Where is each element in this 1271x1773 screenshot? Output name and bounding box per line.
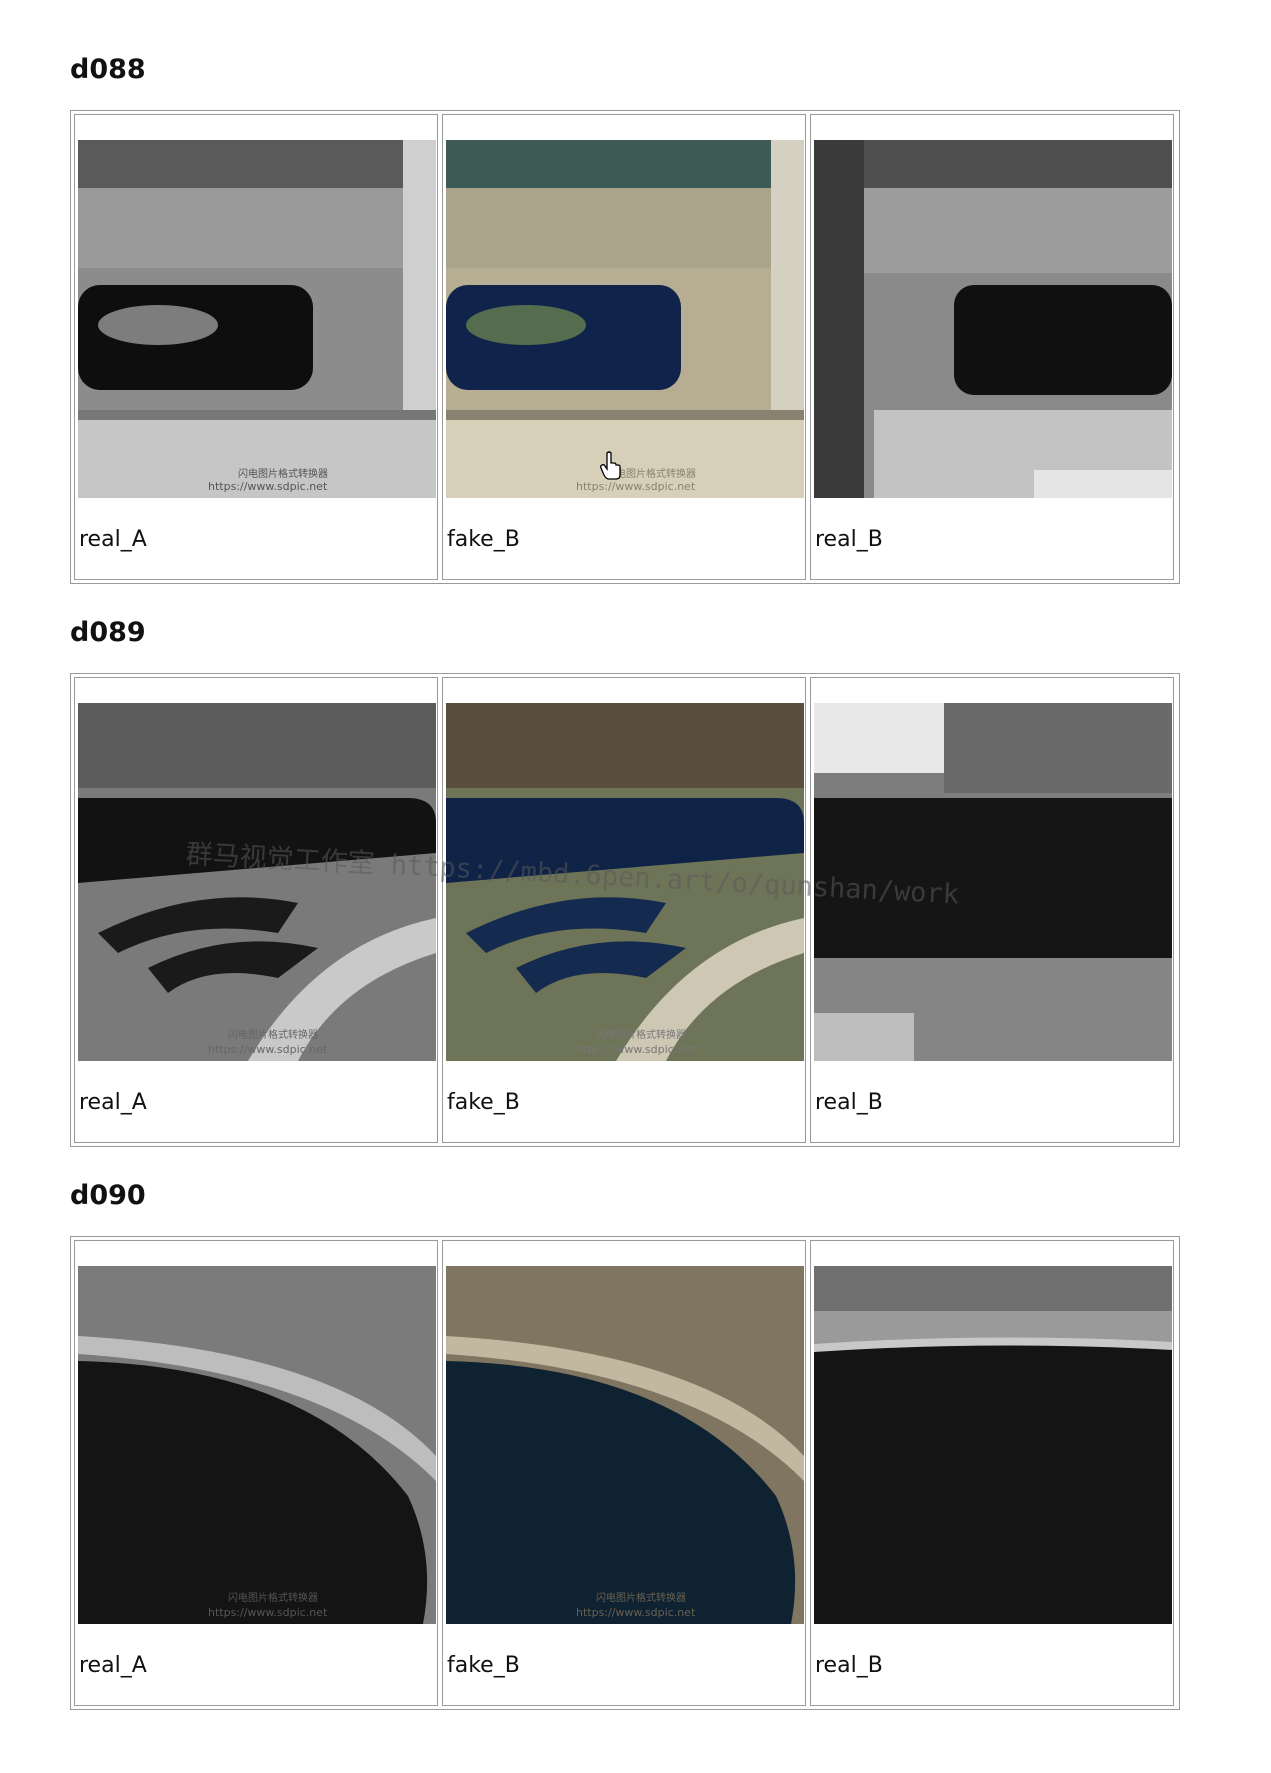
image-label: real_B	[815, 527, 883, 552]
satellite-image-real-a: 闪电图片格式转换器 https://www.sdpic.net	[78, 140, 436, 498]
source-url-text: https://www.sdpic.net	[576, 1043, 696, 1056]
satellite-image-fake-b: 闪电图片格式转换器 https://www.sdpic.net	[446, 140, 804, 498]
image-cell-fake-b: 闪电图片格式转换器 https://www.sdpic.net fake_B	[442, 1240, 806, 1706]
satellite-image-fake-b: 闪电图片格式转换器 https://www.sdpic.net	[446, 703, 804, 1061]
image-cell-real-a: 闪电图片格式转换器 https://www.sdpic.net real_A	[74, 677, 438, 1143]
image-cell-real-a: 闪电图片格式转换器 https://www.sdpic.net real_A	[74, 114, 438, 580]
image-cell-real-a: 闪电图片格式转换器 https://www.sdpic.net real_A	[74, 1240, 438, 1706]
image-cell-real-b: real_B	[810, 114, 1174, 580]
source-url-text: https://www.sdpic.net	[208, 1606, 328, 1619]
image-cell-real-b: real_B	[810, 677, 1174, 1143]
image-label: fake_B	[447, 1653, 520, 1678]
source-url-text: https://www.sdpic.net	[576, 480, 696, 493]
image-cell-real-b: real_B	[810, 1240, 1174, 1706]
source-url-text: https://www.sdpic.net	[576, 1606, 696, 1619]
image-cell-fake-b: 闪电图片格式转换器 https://www.sdpic.net fake_B	[442, 677, 806, 1143]
satellite-image-real-b	[814, 703, 1172, 1061]
source-caption-text: 闪电图片格式转换器	[596, 1028, 686, 1041]
image-label: real_A	[79, 1090, 147, 1115]
source-caption-text: 闪电图片格式转换器	[228, 1591, 318, 1604]
source-caption-text: 闪电图片格式转换器	[228, 1028, 318, 1041]
source-caption-text: 闪电图片格式转换器	[596, 1591, 686, 1604]
source-caption-text: 闪电图片格式转换器	[238, 467, 328, 480]
satellite-image-real-a: 闪电图片格式转换器 https://www.sdpic.net	[78, 703, 436, 1061]
source-url-text: https://www.sdpic.net	[208, 480, 328, 493]
section-title: d090	[70, 1180, 146, 1211]
image-label: real_B	[815, 1090, 883, 1115]
result-table: 闪电图片格式转换器 https://www.sdpic.net real_A 闪…	[70, 1236, 1180, 1710]
satellite-image-real-b	[814, 140, 1172, 498]
image-label: real_B	[815, 1653, 883, 1678]
satellite-image-real-b	[814, 1266, 1172, 1624]
image-label: fake_B	[447, 1090, 520, 1115]
hand-cursor-icon	[600, 451, 622, 485]
satellite-image-fake-b: 闪电图片格式转换器 https://www.sdpic.net	[446, 1266, 804, 1624]
result-table: 闪电图片格式转换器 https://www.sdpic.net real_A 闪…	[70, 110, 1180, 584]
image-label: real_A	[79, 1653, 147, 1678]
result-table: 闪电图片格式转换器 https://www.sdpic.net real_A 闪…	[70, 673, 1180, 1147]
image-label: fake_B	[447, 527, 520, 552]
image-label: real_A	[79, 527, 147, 552]
section-title: d089	[70, 617, 146, 648]
source-url-text: https://www.sdpic.net	[208, 1043, 328, 1056]
satellite-image-real-a: 闪电图片格式转换器 https://www.sdpic.net	[78, 1266, 436, 1624]
section-title: d088	[70, 54, 146, 85]
image-cell-fake-b: 闪电图片格式转换器 https://www.sdpic.net fake_B	[442, 114, 806, 580]
